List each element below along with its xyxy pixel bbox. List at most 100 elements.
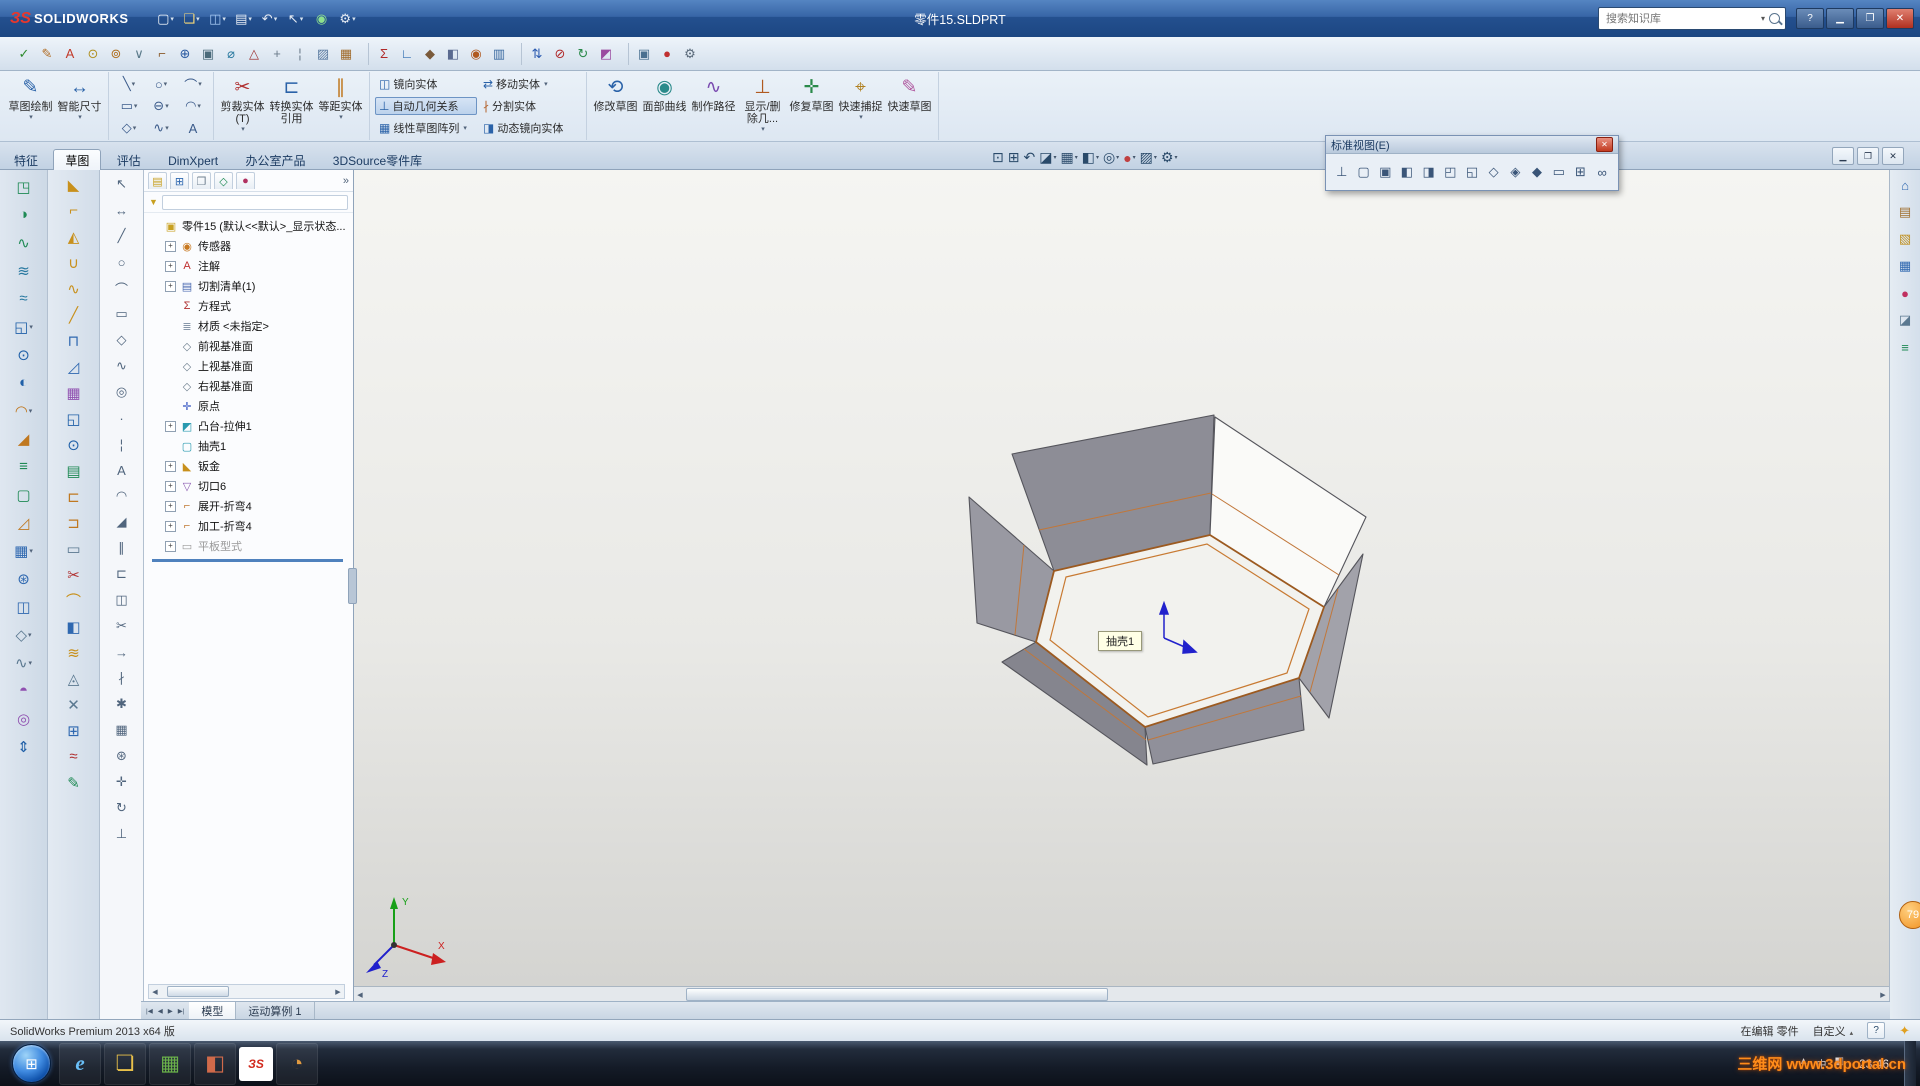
palette-title-bar[interactable]: 标准视图(E) ✕ <box>1326 136 1618 154</box>
rapid-sketch-button[interactable]: ✎ 快速草图 <box>886 75 933 137</box>
undo-button[interactable]: ↶ <box>259 9 281 29</box>
scroll-thumb[interactable] <box>686 988 1108 1001</box>
rebuild-button[interactable]: ◉ <box>311 9 333 29</box>
back-view-button[interactable]: ▣ <box>1375 158 1395 186</box>
maximize-button[interactable]: ❐ <box>1856 8 1884 29</box>
trim-entities-button[interactable]: ✂ 剪裁实体(T) <box>219 75 266 137</box>
doc-close-button[interactable]: ✕ <box>1882 147 1904 165</box>
tab-features[interactable]: 特征 <box>2 149 50 171</box>
fillet-icon[interactable]: ◠ <box>12 400 36 421</box>
tree-item-sensors[interactable]: + ◉ 传感器 <box>144 236 353 256</box>
doc-minimize-button[interactable]: ▁ <box>1832 147 1854 165</box>
tree-item-shell[interactable]: ▢ 抽壳1 <box>144 436 353 456</box>
insert-bends-icon[interactable]: ⌒ <box>62 590 86 611</box>
sk-polygon-button[interactable]: ◇ <box>110 330 134 350</box>
gusset-icon[interactable]: ◬ <box>62 668 86 689</box>
view-palette-tab-button[interactable]: ▦ <box>1894 256 1916 276</box>
status-help-button[interactable]: ? <box>1867 1022 1885 1039</box>
last-tab-button[interactable]: ▶| <box>176 1007 187 1015</box>
move-size-icon[interactable]: ⇅ <box>527 44 547 64</box>
featuremanager-tab[interactable]: ▤ <box>148 172 167 189</box>
section-properties-icon[interactable]: ◧ <box>443 44 463 64</box>
extruded-cut-icon[interactable]: ◱ <box>12 316 36 337</box>
arc-tool[interactable]: ⌒ <box>178 75 208 94</box>
revolved-cut-icon[interactable]: ◐ <box>12 372 36 393</box>
resources-tab-button[interactable]: ⌂ <box>1894 175 1916 195</box>
notification-badge[interactable]: 79 <box>1899 901 1920 929</box>
cross-break-icon[interactable]: ✕ <box>62 694 86 715</box>
normal-to-button[interactable]: ⊥ <box>1332 158 1352 186</box>
dimetric-view-button[interactable]: ◆ <box>1527 158 1547 186</box>
sk-mirror-button[interactable]: ◫ <box>110 590 134 610</box>
sketched-bend-icon[interactable]: ╱ <box>62 304 86 325</box>
image-viewer-icon[interactable]: ▦ <box>149 1043 191 1085</box>
tab-office-products[interactable]: 办公室产品 <box>233 149 317 171</box>
show-desktop-button[interactable] <box>1904 1041 1916 1086</box>
tree-item-flat-pattern[interactable]: + ▭ 平板型式 <box>144 536 353 556</box>
polygon-tool[interactable]: ◇ <box>114 120 144 136</box>
tree-expander[interactable]: + <box>165 421 176 432</box>
search-input[interactable] <box>1604 12 1757 26</box>
tree-expander[interactable]: + <box>165 241 176 252</box>
internet-explorer-icon[interactable]: e <box>59 1043 101 1085</box>
sk-point-button[interactable]: · <box>110 408 134 428</box>
tree-expander[interactable]: + <box>165 501 176 512</box>
open-button[interactable]: ❏ <box>181 9 203 29</box>
make-path-button[interactable]: ∿ 制作路径 <box>690 75 737 137</box>
right-view-button[interactable]: ◨ <box>1419 158 1439 186</box>
scenes-tab-button[interactable]: ◪ <box>1894 310 1916 330</box>
bottom-view-button[interactable]: ◱ <box>1462 158 1482 186</box>
sk-smart-dimension-button[interactable]: ↔ <box>110 200 134 220</box>
tree-item-rip[interactable]: + ▽ 切口6 <box>144 476 353 496</box>
update-icon[interactable]: ↻ <box>573 44 593 64</box>
front-view-button[interactable]: ▢ <box>1354 158 1374 186</box>
tab-3dsource[interactable]: 3DSource零件库 <box>321 149 434 171</box>
edit-appearance-button[interactable]: ● <box>1123 150 1135 166</box>
left-view-button[interactable]: ◧ <box>1397 158 1417 186</box>
tree-item-right-plane[interactable]: ◇ 右视基准面 <box>144 376 353 396</box>
dimxpertmanager-tab[interactable]: ◇ <box>214 172 233 189</box>
section-view-button[interactable]: ◪ <box>1039 149 1056 166</box>
sk-split-button[interactable]: ∤ <box>110 668 134 688</box>
sensor-icon[interactable]: ◉ <box>466 44 486 64</box>
sk-fillet-button[interactable]: ◠ <box>110 486 134 506</box>
knowledge-search-box[interactable]: ▾ <box>1598 7 1786 30</box>
extruded-boss-icon[interactable]: ◳ <box>12 176 36 197</box>
sk-trim-button[interactable]: ✂ <box>110 616 134 636</box>
sk-text-button[interactable]: A <box>110 460 134 480</box>
trimetric-view-button[interactable]: ◈ <box>1506 158 1526 186</box>
scroll-left-icon[interactable]: ◀ <box>354 991 366 999</box>
mirror-entities-button[interactable]: ◫ 镜向实体 <box>375 75 477 93</box>
search-icon[interactable] <box>1769 13 1780 24</box>
area-hatch-icon[interactable]: ▨ <box>313 44 333 64</box>
simple-hole-icon[interactable]: ⊙ <box>62 434 86 455</box>
spell-check-icon[interactable]: ✓ <box>14 44 34 64</box>
sk-chamfer-button[interactable]: ◢ <box>110 512 134 532</box>
slot-tool[interactable]: ⊖ <box>146 98 176 114</box>
sk-ellipse-button[interactable]: ◎ <box>110 382 134 402</box>
four-view-button[interactable]: ⊞ <box>1571 158 1591 186</box>
auto-relations-button[interactable]: ⊥ 自动几何关系 <box>375 97 477 115</box>
rectangle-tool[interactable]: ▭ <box>114 98 144 114</box>
linear-pattern-button[interactable]: ▦ 线性草图阵列 <box>375 119 477 137</box>
wrap-icon[interactable]: ◎ <box>12 708 36 729</box>
edit-appearance-small-icon[interactable]: ◩ <box>596 44 616 64</box>
scroll-left-icon[interactable]: ◀ <box>149 988 161 996</box>
scroll-thumb[interactable] <box>167 986 229 997</box>
filter-field[interactable] <box>162 195 348 210</box>
quick-tips-icon[interactable]: ✦ <box>1899 1023 1910 1039</box>
auto-balloon-icon[interactable]: ⊚ <box>106 44 126 64</box>
chamfer-icon[interactable]: ◢ <box>12 428 36 449</box>
draft-icon[interactable]: ◿ <box>12 512 36 533</box>
reference-geometry-icon[interactable]: ◇ <box>12 624 36 645</box>
miter-flange-icon[interactable]: ◭ <box>62 226 86 247</box>
convert-to-sheetmetal-icon[interactable]: ◧ <box>62 616 86 637</box>
weld-symbol-icon[interactable]: ⌐ <box>152 44 172 64</box>
sk-move-button[interactable]: ✛ <box>110 772 134 792</box>
doc-restore-button[interactable]: ❐ <box>1857 147 1879 165</box>
tree-expander[interactable]: + <box>165 541 176 552</box>
tab-evaluate[interactable]: 评估 <box>105 149 153 171</box>
sk-extend-button[interactable]: → <box>110 642 134 662</box>
mass-properties-icon[interactable]: ◆ <box>420 44 440 64</box>
customize-button[interactable]: 自定义 <box>1813 1023 1854 1039</box>
